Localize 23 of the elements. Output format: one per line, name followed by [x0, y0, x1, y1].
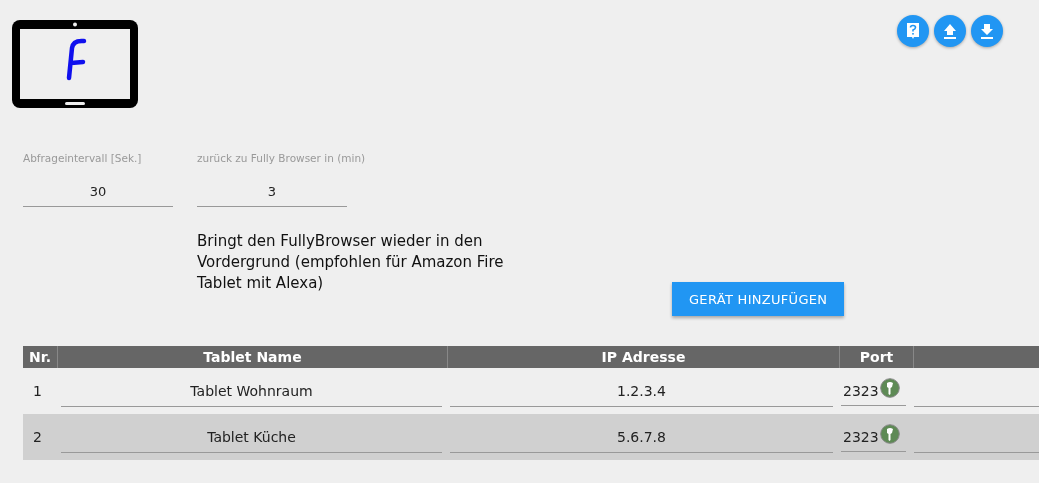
column-header: Port [840, 346, 914, 368]
help-button[interactable] [897, 15, 929, 47]
input-field[interactable]: 30 [23, 176, 173, 207]
row-number: 1 [32, 383, 43, 399]
download-button[interactable] [971, 15, 1003, 47]
upload-button[interactable] [934, 15, 966, 47]
key-icon[interactable] [880, 424, 900, 444]
name-field[interactable]: Tablet Wohnraum [61, 375, 442, 407]
input-field[interactable]: 3 [197, 176, 347, 207]
ip-field[interactable]: 5.6.7.8 [450, 421, 833, 453]
column-header: IP Adresse [448, 346, 840, 368]
column-header: Nr. [23, 346, 58, 368]
help-icon [905, 22, 921, 40]
row-number: 2 [32, 429, 43, 445]
description-text: Bringt den FullyBrowser wieder in den Vordergrund (empfohlen für Amazon Fire Tablet mit Alexa) [197, 231, 505, 294]
upload-icon [943, 23, 957, 39]
download-icon [980, 23, 994, 39]
ip-field[interactable]: 1.2.3.4 [450, 375, 833, 407]
field-label: zurück zu Fully Browser in (min) [197, 152, 366, 166]
name-field[interactable]: Tablet Küche [61, 421, 442, 453]
field-label: Abfrageintervall [Sek.] [23, 152, 143, 166]
column-header: Tablet Name [58, 346, 448, 368]
key-icon[interactable] [880, 378, 900, 398]
